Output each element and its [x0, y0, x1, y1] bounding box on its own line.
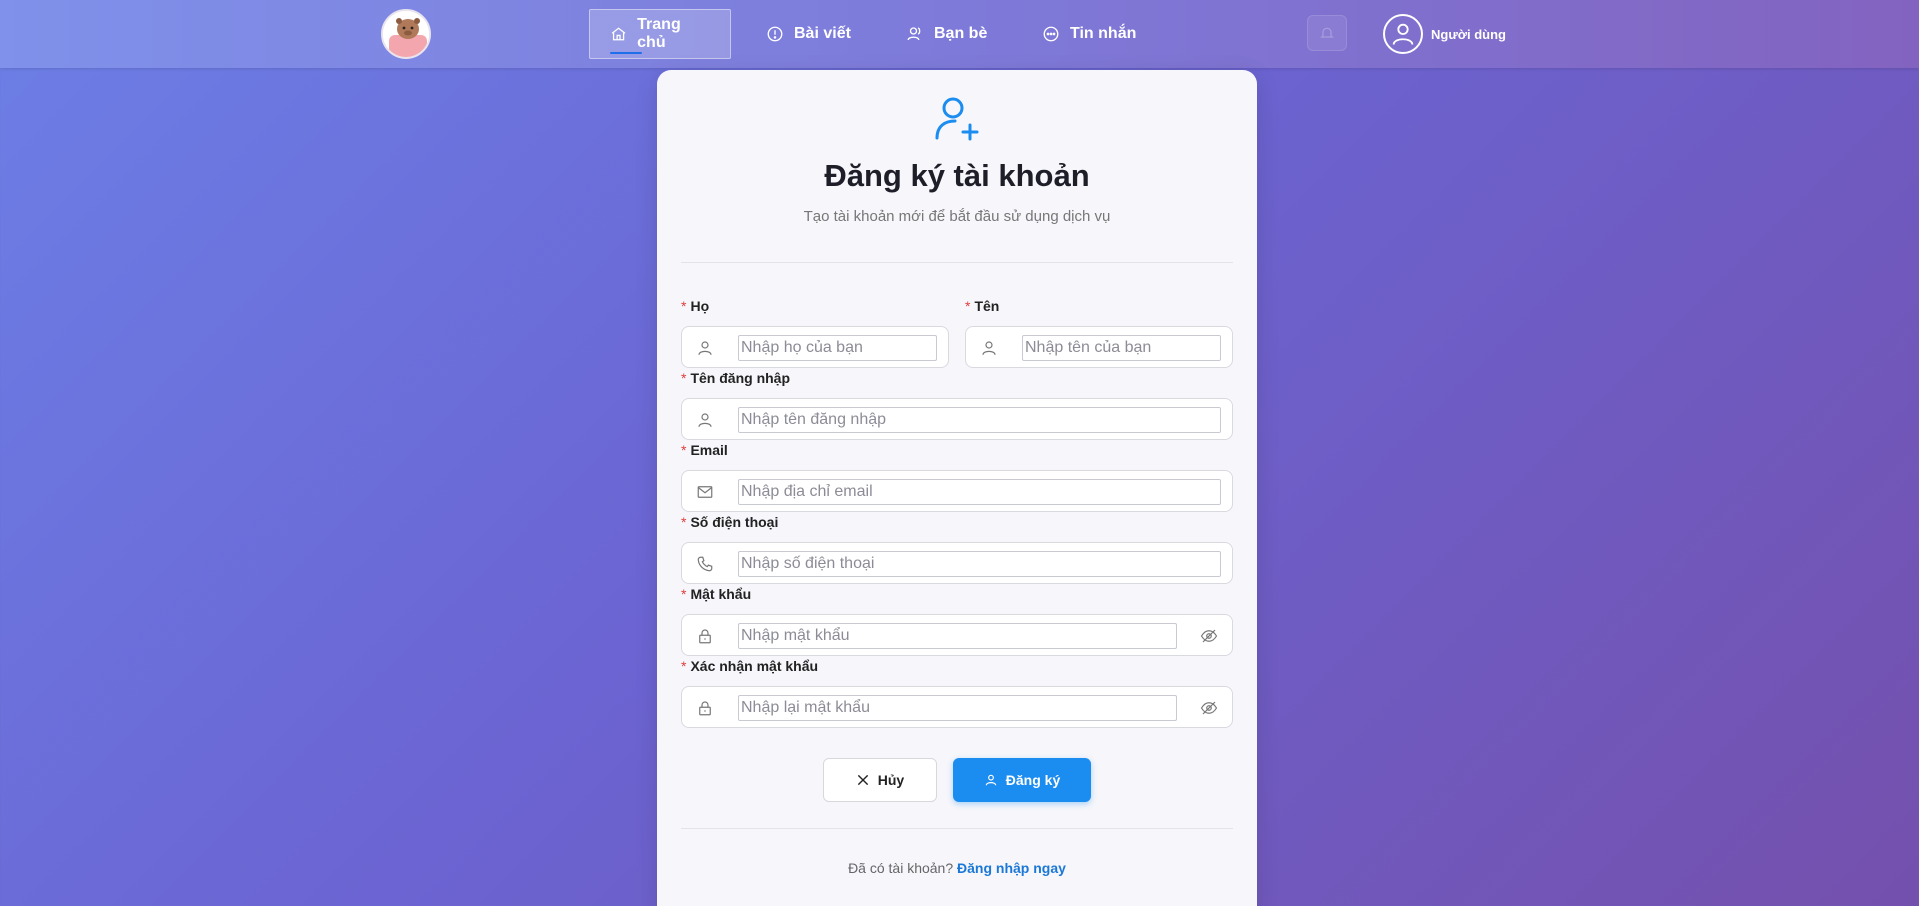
user-name: Người dùng [1431, 26, 1506, 42]
eye-off-icon[interactable] [1200, 699, 1218, 717]
user-add-icon [935, 97, 979, 141]
nav-messages[interactable]: Tin nhắn [1022, 9, 1156, 59]
nav-home[interactable]: Trang chủ [589, 9, 731, 59]
user-icon [698, 413, 712, 427]
required-mark: * [681, 658, 687, 674]
username-input[interactable] [738, 407, 1221, 433]
first-name-field [965, 326, 1233, 368]
password-field [681, 614, 1233, 656]
nav-posts-label: Bài viết [794, 25, 851, 42]
nav-friends-label: Bạn bè [934, 25, 988, 42]
chat-icon [1043, 26, 1059, 42]
site-logo[interactable] [381, 9, 431, 59]
required-mark: * [681, 514, 687, 530]
close-icon [857, 774, 868, 786]
users-icon [907, 27, 921, 41]
capybara-logo-icon [383, 11, 429, 57]
password-label: * Mật khẩu [681, 586, 752, 602]
cancel-button-label: Hủy [877, 772, 905, 788]
username-field [681, 398, 1233, 440]
user-icon [698, 341, 712, 355]
phone-icon [697, 556, 713, 572]
email-input[interactable] [738, 479, 1221, 505]
divider [681, 262, 1233, 263]
nav-posts[interactable]: Bài viết [746, 9, 871, 59]
user-menu[interactable]: Người dùng [1383, 13, 1506, 55]
required-mark: * [681, 442, 687, 458]
confirm-password-label: * Xác nhận mật khẩu [681, 658, 819, 674]
page-subtitle: Tạo tài khoản mới để bắt đầu sử dụng dịc… [803, 208, 1111, 225]
lock-icon [699, 701, 711, 716]
email-field [681, 470, 1233, 512]
bell-icon [1320, 27, 1334, 38]
notification-button[interactable] [1307, 15, 1347, 51]
user-avatar-icon [1392, 23, 1414, 45]
required-mark: * [681, 586, 687, 602]
last-name-label: * Họ [681, 298, 710, 314]
confirm-password-input[interactable] [738, 695, 1177, 721]
phone-label: * Số điện thoại [681, 514, 779, 530]
register-card: Đăng ký tài khoản Tạo tài khoản mới để b… [657, 70, 1257, 906]
last-name-input[interactable] [738, 335, 937, 361]
user-icon [982, 341, 996, 355]
user-icon [985, 774, 997, 786]
required-mark: * [681, 370, 687, 386]
email-label: * Email [681, 442, 728, 458]
first-name-label: * Tên [965, 298, 1000, 314]
top-navbar: Trang chủ Bài viết Bạn bè Tin nhắn Người… [0, 0, 1919, 68]
phone-input[interactable] [738, 551, 1221, 577]
nav-messages-label: Tin nhắn [1070, 25, 1137, 42]
first-name-input[interactable] [1022, 335, 1221, 361]
required-mark: * [681, 298, 687, 314]
last-name-field [681, 326, 949, 368]
cancel-button[interactable]: Hủy [823, 758, 937, 802]
page-title: Đăng ký tài khoản [824, 158, 1090, 193]
username-label: * Tên đăng nhập [681, 370, 791, 386]
info-icon [767, 26, 783, 42]
phone-field [681, 542, 1233, 584]
confirm-password-field [681, 686, 1233, 728]
required-mark: * [965, 298, 971, 314]
home-icon [611, 27, 626, 41]
login-link[interactable]: Đăng nhập ngay [957, 860, 1066, 876]
register-button[interactable]: Đăng ký [953, 758, 1091, 802]
nav-home-label: Trang chủ [637, 16, 681, 51]
password-input[interactable] [738, 623, 1177, 649]
lock-icon [699, 629, 711, 644]
eye-off-icon[interactable] [1200, 627, 1218, 645]
divider [681, 828, 1233, 829]
login-prompt-text: Đã có tài khoản? [848, 860, 954, 876]
login-prompt: Đã có tài khoản? Đăng nhập ngay [657, 860, 1257, 876]
avatar [1383, 14, 1423, 54]
nav-friends[interactable]: Bạn bè [886, 9, 1007, 59]
mail-icon [697, 486, 713, 498]
register-button-label: Đăng ký [1005, 772, 1061, 788]
